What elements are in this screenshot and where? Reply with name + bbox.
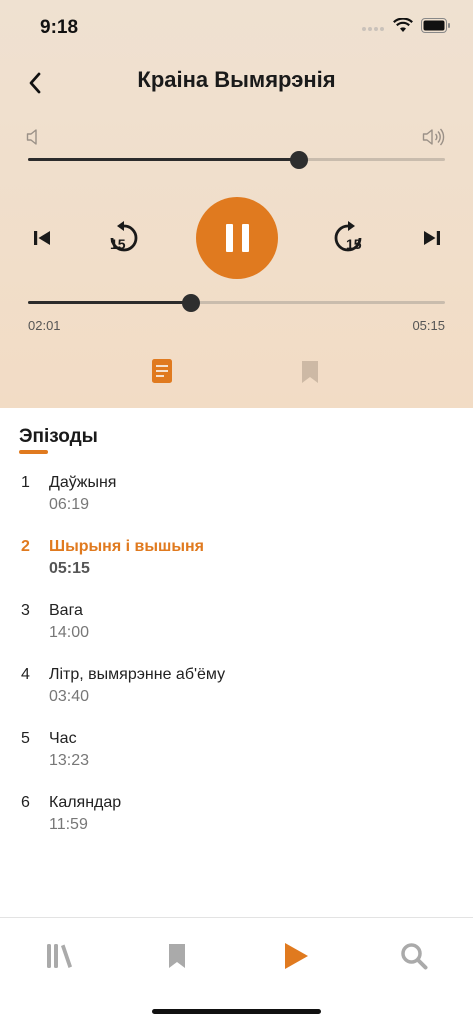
library-icon <box>47 944 72 968</box>
episode-duration: 11:59 <box>49 816 88 833</box>
elapsed-time: 02:01 <box>28 318 61 333</box>
status-time: 9:18 <box>40 17 79 38</box>
volume-low-icon <box>26 129 37 145</box>
volume-slider[interactable] <box>28 150 445 169</box>
volume-slider-thumb[interactable] <box>290 150 309 169</box>
page-title: Краіна Вымярэнія <box>137 67 336 92</box>
nav-search[interactable] <box>394 936 434 976</box>
nav-bookmarks[interactable] <box>157 936 197 976</box>
player-panel: 9:18 Краіна Вымярэнія 15 15 02:01 05:15 <box>0 0 473 408</box>
episode-row[interactable]: 6 Каляндар 11:59 <box>0 794 473 850</box>
episode-number: 4 <box>21 666 30 683</box>
tab-bookmarks[interactable] <box>301 360 319 389</box>
episode-title: Даўжыня <box>49 474 117 491</box>
status-icons <box>361 18 451 33</box>
episode-title: Вага <box>49 602 83 619</box>
nav-library[interactable] <box>39 936 79 976</box>
search-icon <box>401 943 428 970</box>
volume-slider-fill <box>28 158 300 161</box>
previous-button[interactable] <box>28 224 56 252</box>
bookmark-icon <box>302 361 318 383</box>
episode-number: 5 <box>21 730 30 747</box>
forward-15-label: 15 <box>346 236 362 252</box>
pause-icon-bar-left <box>225 224 233 252</box>
episode-row[interactable]: 2 Шырыня і вышыня 05:15 <box>0 538 473 594</box>
next-button[interactable] <box>418 224 446 252</box>
nav-player[interactable] <box>276 936 316 976</box>
rewind-15-icon: 15 <box>110 221 138 252</box>
episode-title: Час <box>49 730 77 747</box>
episode-duration: 06:19 <box>49 496 90 513</box>
episodes-heading: Эпізоды <box>19 426 98 447</box>
play-icon <box>285 943 308 969</box>
pause-icon-bar-right <box>241 224 249 252</box>
forward-15-icon: 15 <box>334 221 362 252</box>
bookmark-icon <box>169 944 185 968</box>
episode-row[interactable]: 1 Даўжыня 06:19 <box>0 474 473 530</box>
pause-button[interactable] <box>196 197 278 279</box>
rewind-15-label: 15 <box>110 236 126 252</box>
skip-previous-icon <box>34 231 50 245</box>
episode-duration: 05:15 <box>49 560 90 577</box>
episode-row[interactable]: 5 Час 13:23 <box>0 730 473 786</box>
episode-number: 1 <box>21 474 30 491</box>
episode-duration: 13:23 <box>49 752 90 769</box>
episode-number: 6 <box>21 794 30 811</box>
battery-icon <box>421 18 450 33</box>
wifi-icon <box>393 18 413 32</box>
playback-progress-slider[interactable] <box>28 293 445 312</box>
episode-duration: 14:00 <box>49 624 90 641</box>
episode-title: Шырыня і вышыня <box>49 538 205 555</box>
home-indicator <box>152 1009 321 1014</box>
tab-episodes-list[interactable] <box>151 358 173 389</box>
episode-row[interactable]: 3 Вага 14:00 <box>0 602 473 658</box>
episode-number: 2 <box>21 538 30 555</box>
playback-progress-fill <box>28 301 191 304</box>
rewind-15-button[interactable]: 15 <box>104 218 144 258</box>
episode-duration: 03:40 <box>49 688 90 705</box>
episode-title: Каляндар <box>49 794 122 811</box>
forward-15-button[interactable]: 15 <box>328 218 368 258</box>
document-list-icon <box>152 359 172 383</box>
bottom-navigation <box>0 917 473 1024</box>
signal-icon <box>362 26 384 31</box>
episodes-heading-underline <box>19 450 48 454</box>
total-duration: 05:15 <box>412 318 445 333</box>
episode-row[interactable]: 4 Літр, вымярэнне аб'ёму 03:40 <box>0 666 473 722</box>
episode-title: Літр, вымярэнне аб'ёму <box>49 666 226 683</box>
volume-high-icon <box>422 128 445 146</box>
episode-number: 3 <box>21 602 30 619</box>
skip-next-icon <box>424 231 440 245</box>
playback-progress-thumb[interactable] <box>181 293 200 312</box>
